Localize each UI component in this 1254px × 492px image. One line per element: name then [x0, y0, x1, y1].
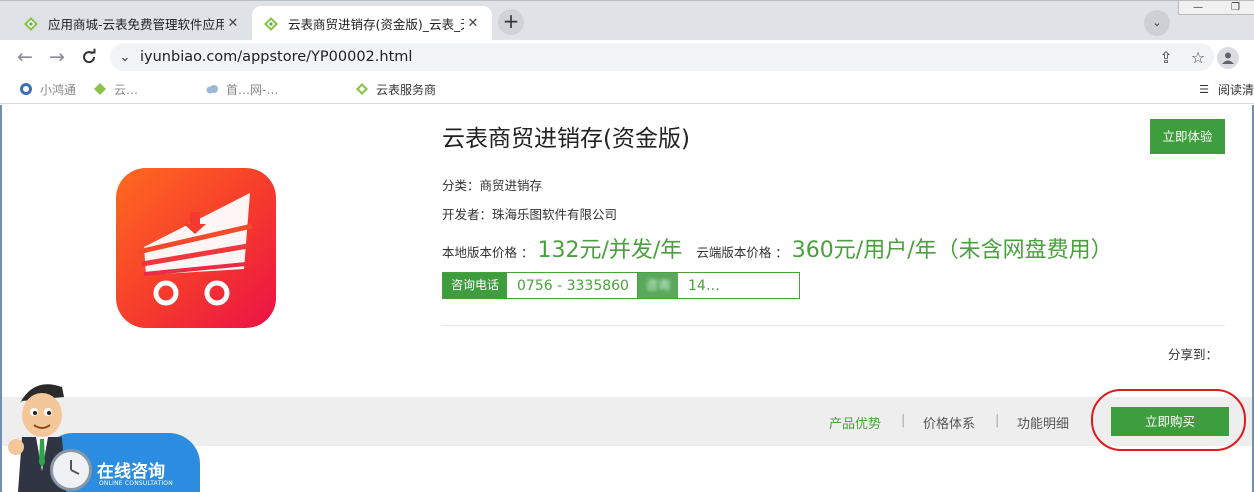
tab-app-store[interactable]: 应用商城-云表免费管理软件应用 ✕ [12, 6, 252, 41]
local-price-label: 本地版本价格 ： [442, 245, 534, 260]
bookmark-label: 云表服务商 [376, 82, 437, 97]
cloud-price: 360元/用户/年（未含网盘费用） [791, 238, 1113, 263]
close-icon[interactable]: ✕ [464, 15, 482, 33]
price-line: 本地版本价格 ： 132元/并发/年 云端版本价格 ： 360元/用户/年（未含… [442, 232, 1113, 264]
window-controls: — ❐ [1178, 1, 1254, 15]
bookmark-label: 云… [114, 82, 139, 97]
leaf-icon [354, 81, 370, 97]
phone-number[interactable]: 0756 - 3335860 [507, 278, 639, 294]
app-logo [116, 168, 276, 328]
bookmarks-bar: 小鸿通 云… 首…网-… 云表服务商 ☰ 阅读清 [0, 74, 1254, 104]
share-icon[interactable]: ⇪ [1150, 48, 1182, 67]
new-tab-button[interactable]: + [498, 9, 524, 35]
divider [442, 325, 1225, 326]
cloud-price-label: 云端版本价格 ： [696, 245, 788, 260]
back-button[interactable]: ← [12, 44, 38, 70]
mobile-number[interactable]: 14… [678, 278, 730, 294]
mobile-contact: 咨询 14… [637, 272, 800, 299]
shopping-cart-icon [137, 193, 253, 306]
consult-title: 在线咨询 [97, 462, 165, 482]
forward-button[interactable]: → [44, 44, 70, 70]
bookmark-item[interactable]: 首…网-… [204, 80, 278, 98]
site-info-icon[interactable]: ⌄ [110, 50, 140, 65]
share-label: 分享到： [1168, 347, 1219, 362]
leaf-icon [22, 15, 40, 33]
person-icon [1222, 52, 1234, 64]
contact-tag: 咨询 [638, 273, 679, 298]
reading-list-icon: ☰ [1199, 82, 1209, 96]
leaf-icon [92, 81, 108, 97]
bookmark-item[interactable]: 云… [92, 80, 138, 98]
tab-product-advantage[interactable]: 产品优势 [829, 413, 881, 432]
page-content: 云表商贸进销存(资金版) 立即体验 分类：商贸进销存 开发者：珠海乐图软件有限公… [0, 105, 1254, 492]
bookmark-item[interactable]: 云表服务商 [354, 80, 436, 98]
tab-title: 应用商城-云表免费管理软件应用 [48, 17, 224, 32]
separator: | [901, 413, 906, 428]
product-title: 云表商贸进销存(资金版) [442, 126, 690, 152]
reload-icon [83, 48, 96, 64]
bookmark-item[interactable]: 小鸿通 [18, 80, 76, 98]
category-text: 分类：商贸进销存 [442, 178, 543, 193]
tab-strip: 应用商城-云表免费管理软件应用 ✕ 云表商贸进销存(资金版)_云表_无 ✕ + … [0, 0, 1254, 41]
url-text[interactable]: iyunbiao.com/appstore/YP00002.html [140, 49, 1150, 65]
leaf-icon [262, 15, 280, 33]
star-icon[interactable]: ☆ [1182, 48, 1214, 67]
close-icon[interactable]: ✕ [224, 15, 242, 33]
bookmark-label: 小鸿通 [40, 82, 77, 97]
cloud-icon [204, 81, 220, 97]
consult-subtitle: ONLINE CONSULTATION [99, 480, 173, 487]
tab-title: 云表商贸进销存(资金版)_云表_无 [288, 17, 464, 32]
local-price: 132元/并发/年 [537, 238, 683, 263]
try-now-button[interactable]: 立即体验 [1150, 119, 1225, 154]
address-bar[interactable]: ⌄ iyunbiao.com/appstore/YP00002.html ⇪ ☆ [110, 43, 1214, 71]
minimize-icon[interactable]: — [1193, 2, 1203, 13]
tab-product[interactable]: 云表商贸进销存(资金版)_云表_无 ✕ [252, 6, 492, 41]
tab-feature-details[interactable]: 功能明细 [1017, 413, 1069, 432]
contact-tag: 咨询电话 [443, 273, 508, 298]
tab-pricing[interactable]: 价格体系 [923, 413, 975, 432]
reload-button[interactable] [76, 44, 102, 70]
online-consultation-widget[interactable]: 在线咨询 ONLINE CONSULTATION [2, 375, 202, 492]
developer-text: 开发者：珠海乐图软件有限公司 [442, 207, 618, 222]
reading-list-label: 阅读清 [1218, 82, 1254, 97]
profile-avatar[interactable] [1217, 47, 1239, 69]
tab-search-button[interactable]: ⌄ [1144, 10, 1170, 36]
globe-icon [18, 81, 34, 97]
reading-list[interactable]: ☰ 阅读清 [1196, 80, 1254, 98]
phone-contact: 咨询电话 0756 - 3335860 [442, 272, 640, 299]
browser-toolbar: ← → ⌄ iyunbiao.com/appstore/YP00002.html… [0, 40, 1254, 74]
maximize-icon[interactable]: ❐ [1231, 2, 1240, 13]
highlight-annotation [1091, 389, 1246, 451]
clock-icon [50, 449, 92, 491]
separator: | [995, 413, 1000, 428]
bookmark-label: 首…网-… [226, 82, 279, 97]
